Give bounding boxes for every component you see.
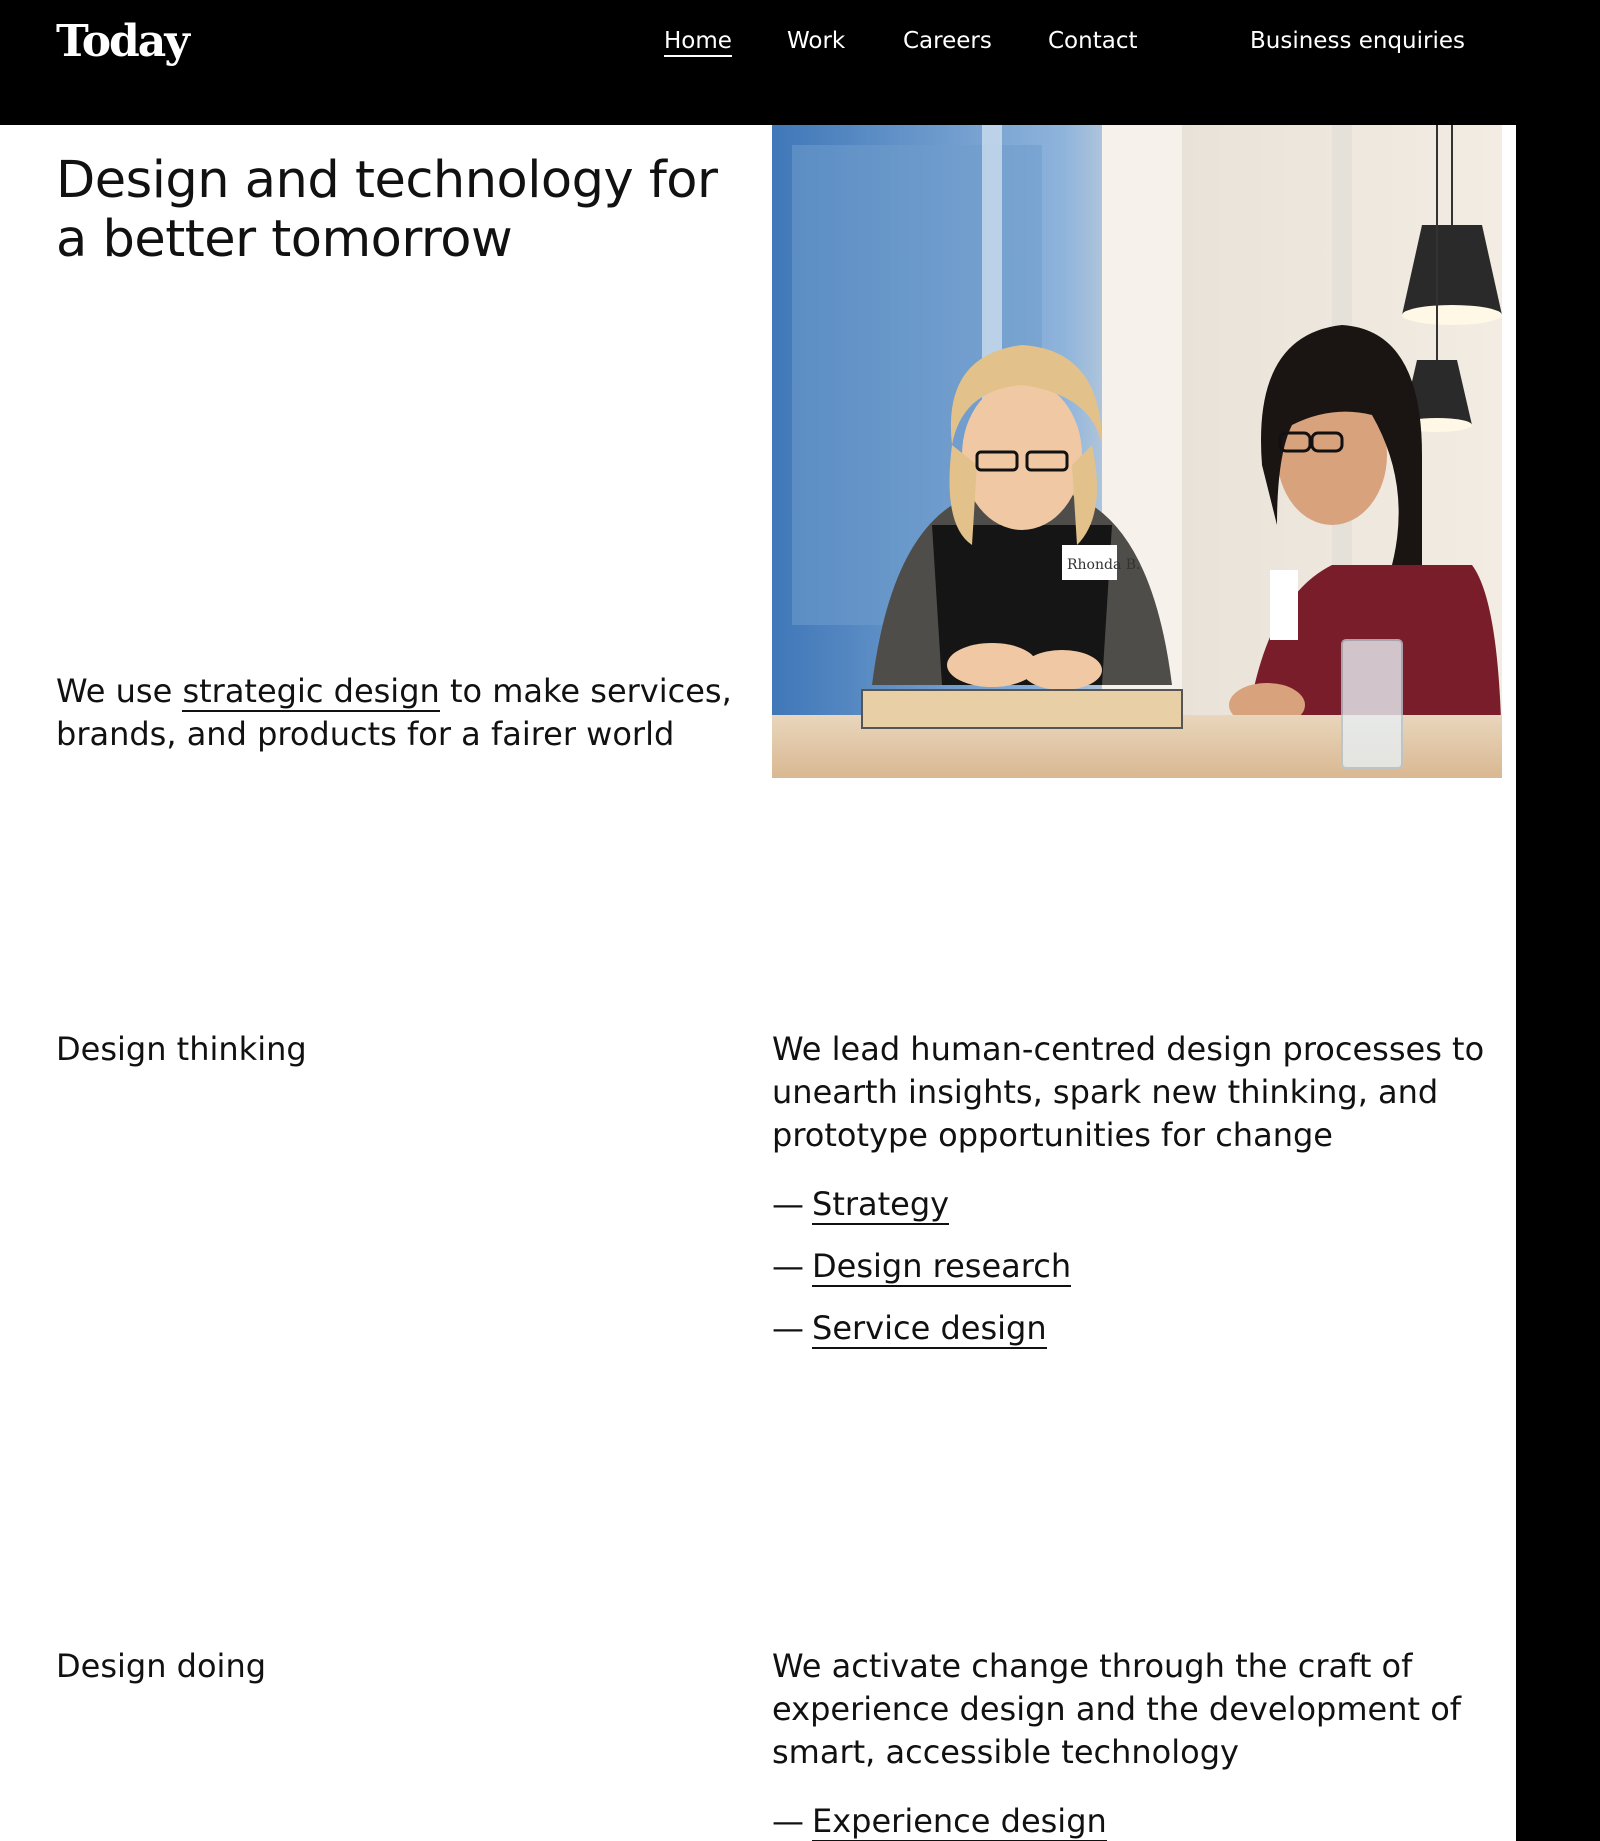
site-header: Today Home Work Careers Contact Business… [0, 0, 1600, 125]
hero-photo-illustration: Rhonda B. [772, 125, 1502, 778]
design-research-link[interactable]: Design research [812, 1247, 1072, 1287]
name-tag-text: Rhonda B. [1067, 557, 1141, 573]
nav-contact[interactable]: Contact [1048, 28, 1137, 54]
section-label-design-thinking: Design thinking [56, 1030, 307, 1068]
list-item: — Experience design [772, 1800, 1107, 1841]
list-item: — Strategy [772, 1183, 1071, 1245]
section-desc-design-doing: We activate change through the craft of … [772, 1647, 1462, 1771]
dash: — [772, 1247, 804, 1285]
section-desc-design-thinking: We lead human-centred design processes t… [772, 1030, 1485, 1154]
service-design-link[interactable]: Service design [812, 1309, 1047, 1349]
design-thinking-links: — Strategy — Design research — Service desi… [772, 1183, 1072, 1369]
hero-photo: Rhonda B. [772, 125, 1502, 778]
dash: — [772, 1309, 804, 1347]
design-doing-links: — Experience design [772, 1800, 1107, 1841]
nav-work[interactable]: Work [787, 28, 845, 54]
experience-design-link[interactable]: Experience design [812, 1802, 1107, 1841]
list-item: — Service design [772, 1307, 1071, 1369]
dash: — [772, 1185, 804, 1223]
nav-home[interactable]: Home [664, 28, 732, 57]
main-content: Design and technology for a better tomor… [0, 125, 1516, 1841]
nav-careers[interactable]: Careers [903, 28, 992, 54]
hero-subtitle-before: We use [56, 672, 183, 710]
section-label-design-doing: Design doing [56, 1647, 267, 1685]
hero-title: Design and technology for a better tomor… [56, 151, 718, 269]
dash: — [772, 1802, 804, 1840]
hero-subtitle: We use strategic design to make services… [56, 670, 756, 756]
strategic-design-link[interactable]: strategic design [182, 672, 440, 712]
right-margin [1516, 125, 1600, 1841]
list-item: — Design research [772, 1245, 1072, 1307]
logo[interactable]: Today [56, 16, 190, 67]
business-enquiries-link[interactable]: Business enquiries [1250, 28, 1465, 54]
strategy-link[interactable]: Strategy [812, 1185, 950, 1225]
